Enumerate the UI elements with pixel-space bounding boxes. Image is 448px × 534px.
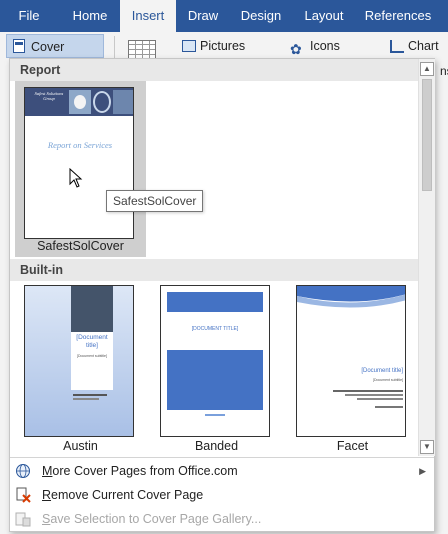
tab-home[interactable]: Home [62, 0, 118, 32]
save-selection-label: ave Selection to Cover Page Gallery... [50, 512, 262, 526]
cover-item-label: Austin [63, 439, 98, 453]
banded-title-text: [DOCUMENT TITLE] [191, 326, 239, 332]
chart-icon [390, 40, 404, 53]
cover-item-facet[interactable]: [Document title] [Document subtitle] Fac… [287, 281, 418, 455]
banded-bottom-band [167, 350, 263, 410]
chart-button[interactable]: Chart [388, 34, 439, 58]
more-cover-pages-label: ore Cover Pages from Office.com [52, 464, 238, 478]
section-header-report: Report [10, 59, 418, 81]
cover-thumbnail: Safest Solutions Group Report on Service… [24, 87, 134, 239]
section-header-built-in: Built-in [10, 259, 418, 281]
austin-dark-block [71, 286, 113, 332]
chart-label: Chart [408, 39, 439, 53]
cover-item-banded[interactable]: [DOCUMENT TITLE] Banded [151, 281, 282, 455]
more-cover-pages-accel: M [42, 464, 53, 478]
ribbon-overflow-text: ns [440, 64, 448, 78]
cover-logo-text: Safest Solutions Group [34, 91, 64, 101]
tab-design[interactable]: Design [236, 0, 286, 32]
dog-photo [69, 90, 91, 114]
cover-page-icon [13, 39, 25, 53]
submenu-arrow-icon: ▶ [419, 466, 426, 476]
icons-label: Icons [310, 39, 340, 53]
banded-top-band [167, 292, 263, 312]
cover-thumbnail: [Document title] [Document subtitle] [24, 285, 134, 437]
gallery-scrollbar[interactable]: ▲ ▼ [418, 59, 435, 456]
facet-subtitle-text: [Document subtitle] [373, 378, 403, 382]
austin-title-text: [Document title] [76, 334, 108, 349]
save-selection-item[interactable]: Save Selection to Cover Page Gallery... [10, 507, 434, 531]
picture-icon [182, 40, 196, 52]
scroll-up-button[interactable]: ▲ [420, 62, 434, 76]
mouse-cursor-icon [69, 168, 83, 188]
facet-title-text: [Document title] [361, 368, 403, 374]
more-cover-pages-item[interactable]: More Cover Pages from Office.com ▶ [10, 459, 434, 483]
tab-draw[interactable]: Draw [180, 0, 226, 32]
remove-cover-page-accel: R [42, 488, 52, 502]
remove-page-icon [16, 487, 31, 503]
tab-references[interactable]: References [362, 0, 434, 32]
austin-subtitle-text: [Document subtitle] [77, 354, 107, 358]
ribbon-separator [114, 36, 115, 58]
remove-cover-page-item[interactable]: Remove Current Cover Page [10, 483, 434, 507]
cover-page-gallery: Report Safest Solutions Group Report on … [9, 58, 435, 532]
cover-item-austin[interactable]: [Document title] [Document subtitle] Aus… [15, 281, 146, 455]
scroll-down-button[interactable]: ▼ [420, 440, 434, 454]
cover-report-title: Report on Services [47, 140, 113, 150]
pictures-button[interactable]: Pictures [180, 34, 245, 58]
cover-thumbnail: [DOCUMENT TITLE] [160, 285, 270, 437]
table-icon[interactable] [128, 40, 156, 60]
cover-item-label: SafestSolCover [37, 239, 124, 253]
tab-file[interactable]: File [0, 0, 58, 32]
save-to-gallery-icon [15, 512, 31, 527]
tab-layout[interactable]: Layout [298, 0, 350, 32]
facet-wave-graphic [297, 286, 405, 308]
icons-button[interactable]: ✿ Icons [290, 34, 340, 58]
cover-item-label: Banded [194, 439, 239, 453]
cover-banner: Safest Solutions Group [25, 88, 133, 116]
austin-title-panel: [Document title] [Document subtitle] [71, 332, 113, 390]
globe-icon [16, 464, 30, 478]
remove-cover-page-label: emove Current Cover Page [51, 488, 204, 502]
pictures-label: Pictures [200, 39, 246, 53]
tab-insert[interactable]: Insert [120, 0, 176, 32]
ribbon-body: Cover Page▼ Pictures ✿ Icons Chart [0, 32, 448, 78]
cover-page-button[interactable]: Cover Page▼ [6, 34, 104, 78]
scrollbar-thumb[interactable] [422, 79, 432, 191]
cover-thumbnail: [Document title] [Document subtitle] [296, 285, 406, 437]
menu-separator [10, 457, 434, 458]
cover-item-label: Facet [336, 439, 369, 453]
tooltip: SafestSolCover [106, 190, 204, 212]
ribbon-tab-bar: File Home Insert Draw Design Layout Refe… [0, 0, 448, 32]
